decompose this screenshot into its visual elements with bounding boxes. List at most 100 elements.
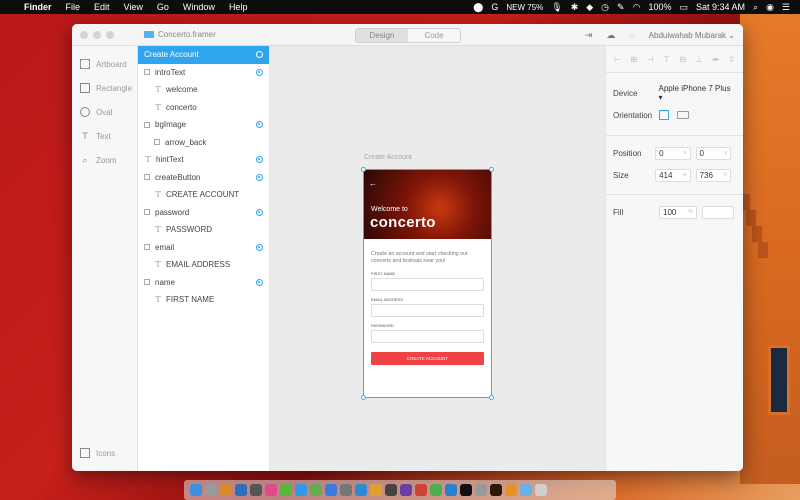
distribute-v-icon[interactable]: ⇳ — [728, 55, 735, 64]
mic-icon[interactable]: 🎙 — [551, 2, 562, 13]
landscape-icon[interactable] — [677, 111, 689, 119]
notification-center-icon[interactable]: ☰ — [782, 2, 790, 13]
target-icon[interactable] — [256, 51, 263, 59]
menu-window[interactable]: Window — [183, 2, 215, 12]
fill-opacity-input[interactable]: 100% — [659, 205, 697, 219]
minimize-button[interactable] — [93, 30, 101, 39]
align-bottom-icon[interactable]: ⊥ — [696, 55, 703, 64]
menu-view[interactable]: View — [124, 2, 143, 12]
app-store-icon[interactable] — [325, 484, 337, 496]
app-orange-icon[interactable] — [220, 484, 232, 496]
github-icon[interactable] — [400, 484, 412, 496]
status-g-icon[interactable]: G — [491, 2, 498, 12]
target-icon[interactable] — [256, 278, 263, 286]
first-name-field[interactable]: FIRST NAME — [364, 271, 491, 291]
position-x-input[interactable]: 0x — [655, 146, 691, 160]
portrait-icon[interactable] — [659, 110, 669, 120]
menu-file[interactable]: File — [66, 2, 81, 12]
music-icon[interactable] — [265, 484, 277, 496]
close-button[interactable] — [80, 30, 88, 39]
brand-title[interactable]: concerto — [370, 214, 436, 231]
fill-color-swatch[interactable] — [702, 205, 734, 219]
layer-first-name-text[interactable]: T FIRST NAME — [138, 291, 269, 309]
password-field[interactable]: PASSWORD — [364, 323, 491, 343]
app-gray2-icon[interactable] — [475, 484, 487, 496]
dropbox-icon[interactable]: ◆ — [586, 2, 593, 13]
user-menu[interactable]: Abduiwahab Mubarak ⌄ — [649, 31, 735, 40]
chrome-icon[interactable] — [430, 484, 442, 496]
skype-icon[interactable] — [295, 484, 307, 496]
layer-hinttext[interactable]: ThintText — [138, 151, 269, 169]
artboard[interactable]: ← Welcome to concerto Create an account … — [361, 167, 494, 400]
launchpad-icon[interactable] — [205, 484, 217, 496]
resize-handle[interactable] — [489, 167, 494, 172]
align-left-icon[interactable]: ⊢ — [614, 55, 621, 64]
app-gray-icon[interactable] — [340, 484, 352, 496]
layer-create-account-text[interactable]: T CREATE ACCOUNT — [138, 186, 269, 204]
layer-email[interactable]: email — [138, 239, 269, 257]
welcome-text[interactable]: Welcome to — [371, 206, 408, 213]
layer-arrow-back[interactable]: arrow_back — [138, 134, 269, 152]
resize-handle[interactable] — [361, 167, 366, 172]
tool-zoom[interactable]: ⌕ Zoom — [72, 148, 137, 172]
password-input[interactable] — [371, 330, 484, 343]
artboard-label[interactable]: Create Account — [364, 154, 412, 161]
tool-artboard[interactable]: Artboard — [72, 52, 137, 76]
align-top-icon[interactable]: ⊤ — [663, 55, 670, 64]
width-input[interactable]: 414 w — [655, 168, 691, 182]
email-input[interactable] — [371, 304, 484, 317]
app-blue-icon[interactable] — [235, 484, 247, 496]
clock[interactable]: Sat 9:34 AM — [696, 2, 745, 12]
clock-icon[interactable] — [250, 484, 262, 496]
target-icon[interactable] — [256, 243, 263, 251]
target-icon[interactable] — [256, 173, 263, 181]
menu-finder[interactable]: Finder — [24, 2, 52, 12]
device-select[interactable]: Apple iPhone 7 Plus ▾ — [659, 84, 736, 102]
canvas[interactable]: Create Account ← Welcome to concerto Cre… — [270, 46, 605, 471]
app-dark-icon[interactable] — [385, 484, 397, 496]
status-record-icon[interactable]: ⬤ — [473, 2, 483, 13]
position-y-input[interactable]: 0y — [695, 146, 731, 160]
tab-code[interactable]: Code — [408, 29, 460, 42]
layer-password-text[interactable]: T PASSWORD — [138, 221, 269, 239]
target-icon[interactable] — [256, 68, 263, 76]
layer-email-text[interactable]: T EMAIL ADDRESS — [138, 256, 269, 274]
zoom-button[interactable] — [106, 30, 114, 39]
layer-password[interactable]: password — [138, 204, 269, 222]
script-icon[interactable]: ✎ — [617, 2, 625, 13]
folder-dock-icon[interactable] — [520, 484, 532, 496]
app-red-icon[interactable] — [415, 484, 427, 496]
illustrator-icon[interactable] — [490, 484, 502, 496]
menu-help[interactable]: Help — [229, 2, 248, 12]
layer-introtext[interactable]: introText — [138, 64, 269, 82]
distribute-h-icon[interactable]: ⇹ — [712, 55, 719, 64]
email-field[interactable]: EMAIL ADDRESS — [364, 297, 491, 317]
finder-icon[interactable] — [190, 484, 202, 496]
target-icon[interactable] — [256, 121, 263, 129]
time-machine-icon[interactable]: ◷ — [601, 2, 609, 13]
resize-handle[interactable] — [361, 395, 366, 400]
cloud-icon[interactable]: ☁ — [606, 30, 615, 41]
sketch-icon[interactable] — [370, 484, 382, 496]
app-black-icon[interactable] — [460, 484, 472, 496]
bluetooth-icon[interactable]: ✱ — [571, 2, 579, 13]
create-account-button[interactable]: CREATE ACCOUNT — [371, 352, 484, 365]
intro-text[interactable]: Create an account and start checking out… — [364, 239, 491, 265]
tool-text[interactable]: T Text — [72, 124, 137, 148]
layer-concerto[interactable]: Tconcerto — [138, 99, 269, 117]
tool-rectangle[interactable]: Rectangle — [72, 76, 137, 100]
menu-edit[interactable]: Edit — [94, 2, 110, 12]
tool-icons[interactable]: Icons — [72, 441, 115, 465]
tab-design[interactable]: Design — [356, 29, 408, 42]
siri-icon[interactable]: ◉ — [766, 2, 774, 13]
arrow-back-icon[interactable]: ← — [369, 179, 377, 188]
layer-welcome[interactable]: Twelcome — [138, 81, 269, 99]
wifi-icon[interactable]: ◠ — [633, 2, 641, 13]
first-name-input[interactable] — [371, 278, 484, 291]
layer-bgimage[interactable]: bgImage — [138, 116, 269, 134]
safari-icon[interactable] — [445, 484, 457, 496]
target-icon[interactable] — [256, 208, 263, 216]
target-icon[interactable] — [256, 156, 263, 164]
height-input[interactable]: 736 h — [695, 168, 731, 182]
battery-percent[interactable]: 100% — [648, 2, 671, 12]
